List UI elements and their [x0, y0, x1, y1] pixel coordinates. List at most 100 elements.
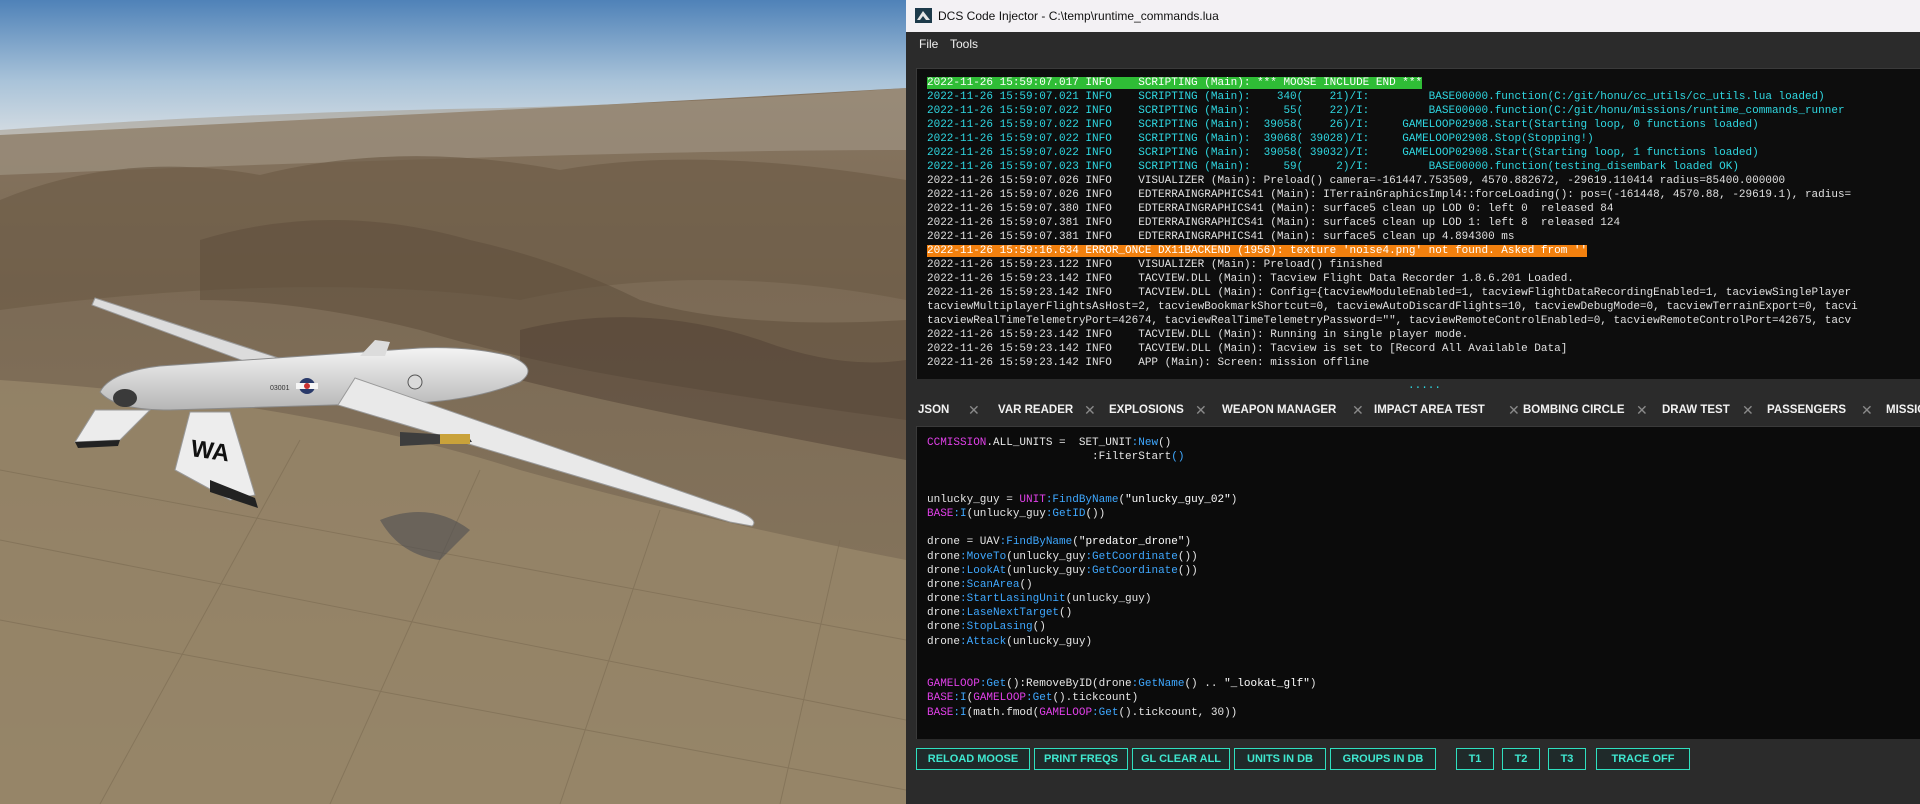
- code-token: (math.fmod(: [966, 706, 1040, 719]
- code-line: drone:ScanArea(): [927, 578, 1317, 592]
- code-token: (): [1171, 451, 1185, 464]
- tab-passengers[interactable]: PASSENGERS ✕: [1767, 398, 1873, 422]
- code-token: :I: [953, 692, 967, 705]
- groups-in-db-button[interactable]: GROUPS IN DB: [1330, 748, 1436, 770]
- code-token: ALL_UNITS = SET_UNIT: [993, 437, 1132, 449]
- command-buttons: RELOAD MOOSE PRINT FREQS GL CLEAR ALL UN…: [906, 748, 1920, 772]
- code-token: :FindByName: [1045, 493, 1119, 506]
- log-line-text: 2022-11-26 15:59:23.142 INFO TACVIEW.DLL…: [927, 287, 1852, 299]
- log-line: 2022-11-26 15:59:07.022 INFO SCRIPTING (…: [927, 118, 1858, 132]
- log-line-text: 2022-11-26 15:59:23.142 INFO APP (Main):…: [927, 357, 1370, 369]
- tab-close-icon[interactable]: ✕: [1195, 398, 1207, 422]
- code-token: (: [1072, 536, 1079, 549]
- tab-impact-area-test[interactable]: IMPACT AREA TEST ✕: [1374, 398, 1520, 422]
- code-token: :Get: [1026, 692, 1053, 705]
- window-title: DCS Code Injector - C:\temp\runtime_comm…: [938, 9, 1219, 23]
- tab-json[interactable]: JSON ✕: [918, 398, 980, 422]
- code-token: :GetCoordinate: [1085, 564, 1178, 577]
- tab-label: IMPACT AREA TEST: [1374, 404, 1485, 416]
- log-output-panel[interactable]: 2022-11-26 15:59:07.017 INFO SCRIPTING (…: [916, 68, 1920, 379]
- tab-draw-test[interactable]: DRAW TEST ✕: [1662, 398, 1754, 422]
- code-token: drone: [927, 550, 961, 563]
- log-line-text: 2022-11-26 15:59:07.021 INFO SCRIPTING (…: [927, 91, 1825, 103]
- log-line-text: 2022-11-26 15:59:16.634 ERROR_ONCE DX11B…: [927, 245, 1588, 257]
- menu-file[interactable]: File: [915, 35, 942, 53]
- code-token: (): [1158, 437, 1172, 449]
- title-bar[interactable]: DCS Code Injector - C:\temp\runtime_comm…: [906, 0, 1920, 32]
- tab-label: DRAW TEST: [1662, 404, 1730, 416]
- log-line: 2022-11-26 15:59:07.381 INFO EDTERRAINGR…: [927, 230, 1858, 244]
- code-token: ().tickcount): [1052, 692, 1139, 705]
- tab-weapon-manager[interactable]: WEAPON MANAGER ✕: [1222, 398, 1364, 422]
- code-token: "unlucky_guy_02": [1125, 493, 1231, 506]
- t1-button[interactable]: T1: [1456, 748, 1494, 770]
- code-line: drone:LookAt(unlucky_guy:GetCoordinate()…: [927, 564, 1317, 578]
- code-token: (): [1032, 621, 1046, 634]
- log-line: 2022-11-26 15:59:07.022 INFO SCRIPTING (…: [927, 104, 1858, 118]
- tab-mission[interactable]: MISSIO: [1886, 398, 1920, 422]
- code-token: ): [1309, 678, 1317, 691]
- code-token: :I: [953, 706, 967, 719]
- code-token: :MoveTo: [960, 550, 1007, 563]
- tab-var-reader[interactable]: VAR READER ✕: [998, 398, 1096, 422]
- code-line: BASE:I(math.fmod(GAMELOOP:Get().tickcoun…: [927, 706, 1317, 720]
- log-line-text: 2022-11-26 15:59:07.023 INFO SCRIPTING (…: [927, 161, 1739, 173]
- log-line-text: 2022-11-26 15:59:07.381 INFO EDTERRAINGR…: [927, 217, 1621, 229]
- menu-tools[interactable]: Tools: [946, 35, 982, 53]
- code-token: "_lookat_glf": [1224, 678, 1310, 691]
- log-line-text: 2022-11-26 15:59:23.142 INFO TACVIEW.DLL…: [927, 329, 1469, 341]
- tab-label: EXPLOSIONS: [1109, 404, 1184, 416]
- code-token: (): [1059, 607, 1073, 620]
- tab-close-icon[interactable]: ✕: [1084, 398, 1096, 422]
- tab-label: MISSIO: [1886, 404, 1920, 416]
- code-token: (): [1019, 578, 1033, 591]
- app-window: DCS Code Injector - C:\temp\runtime_comm…: [906, 0, 1920, 804]
- tail-code: WA: [189, 435, 231, 467]
- code-line: drone:StartLasingUnit(unlucky_guy): [927, 592, 1317, 606]
- splitter-handle[interactable]: .....: [1408, 380, 1441, 392]
- code-token: GAMELOOP: [1039, 706, 1093, 719]
- game-viewport: WA 03001: [0, 0, 906, 804]
- tab-explosions[interactable]: EXPLOSIONS ✕: [1109, 398, 1207, 422]
- code-token: :Get: [1092, 706, 1119, 719]
- gl-clear-all-button[interactable]: GL CLEAR ALL: [1132, 748, 1230, 770]
- tab-close-icon[interactable]: ✕: [968, 398, 980, 422]
- tab-close-icon[interactable]: ✕: [1742, 398, 1754, 422]
- units-in-db-button[interactable]: UNITS IN DB: [1234, 748, 1326, 770]
- code-token: :LookAt: [960, 564, 1007, 577]
- code-token: BASE: [927, 507, 954, 520]
- log-line: 2022-11-26 15:59:07.380 INFO EDTERRAINGR…: [927, 202, 1858, 216]
- code-line: GAMELOOP:Get():RemoveByID(drone:GetName(…: [927, 677, 1317, 691]
- code-token: :Attack: [960, 635, 1007, 648]
- log-line: 2022-11-26 15:59:07.026 INFO EDTERRAINGR…: [927, 188, 1858, 202]
- terrain-scene: WA 03001: [0, 0, 906, 804]
- t3-button[interactable]: T3: [1548, 748, 1586, 770]
- code-token: () ..: [1184, 678, 1225, 691]
- code-token: :I: [953, 507, 967, 520]
- log-line: 2022-11-26 15:59:07.381 INFO EDTERRAINGR…: [927, 216, 1858, 230]
- log-line: 2022-11-26 15:59:07.022 INFO SCRIPTING (…: [927, 132, 1858, 146]
- code-token: BASE: [927, 692, 954, 705]
- tab-label: BOMBING CIRCLE: [1523, 404, 1625, 416]
- log-line-text: 2022-11-26 15:59:07.022 INFO SCRIPTING (…: [927, 133, 1594, 145]
- tab-close-icon[interactable]: ✕: [1508, 398, 1520, 422]
- tab-close-icon[interactable]: ✕: [1861, 398, 1873, 422]
- print-freqs-button[interactable]: PRINT FREQS: [1034, 748, 1128, 770]
- log-line: 2022-11-26 15:59:23.142 INFO TACVIEW.DLL…: [927, 272, 1858, 286]
- reload-moose-button[interactable]: RELOAD MOOSE: [916, 748, 1030, 770]
- tab-close-icon[interactable]: ✕: [1352, 398, 1364, 422]
- log-line: 2022-11-26 15:59:07.023 INFO SCRIPTING (…: [927, 160, 1858, 174]
- t2-button[interactable]: T2: [1502, 748, 1540, 770]
- code-line: BASE:I(unlucky_guy:GetID()): [927, 507, 1317, 521]
- code-editor[interactable]: CCMISSION.ALL_UNITS = SET_UNIT:New() :Fi…: [916, 426, 1920, 739]
- code-token: drone: [927, 593, 961, 606]
- tab-bombing-circle[interactable]: BOMBING CIRCLE ✕: [1523, 398, 1648, 422]
- tab-close-icon[interactable]: ✕: [1636, 398, 1648, 422]
- code-token: ()): [1085, 507, 1106, 520]
- trace-off-button[interactable]: TRACE OFF: [1596, 748, 1690, 770]
- log-line-text: 2022-11-26 15:59:23.122 INFO VISUALIZER …: [927, 259, 1383, 271]
